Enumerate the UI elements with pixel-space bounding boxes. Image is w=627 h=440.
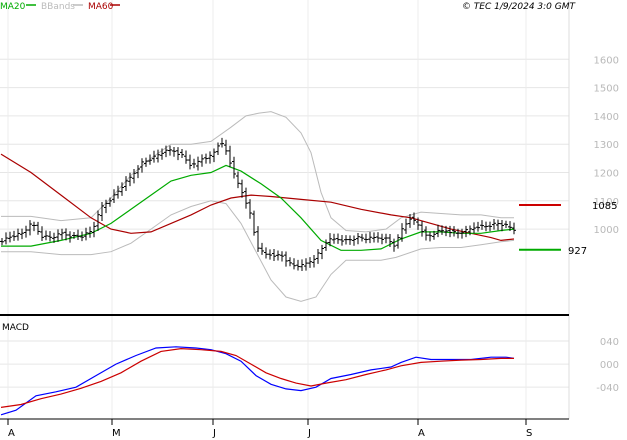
stock-chart: 1600150014001300120011001000 040000-040 …	[0, 0, 627, 440]
macd-grid	[0, 340, 569, 388]
legend-bbands-label: BBands	[41, 2, 75, 12]
macd-panel-label: MACD	[2, 323, 29, 333]
macd-lines	[0, 346, 515, 416]
support-label: 927	[568, 246, 587, 257]
price-tick-label: 1600	[594, 55, 619, 66]
month-labels: AMJJAS	[8, 428, 532, 439]
price-tick-label: 1300	[594, 140, 619, 151]
month-label: A	[418, 428, 425, 439]
macd-tick-label: 040	[600, 337, 619, 348]
macd-signal-line	[0, 347, 514, 408]
month-label: J	[307, 428, 311, 439]
month-label: M	[112, 428, 121, 439]
bollinger-bands	[1, 111, 515, 302]
timestamp-stamp: © TEC 1/9/2024 3:0 GMT	[462, 2, 577, 12]
month-label: S	[526, 428, 532, 439]
macd-axis-labels: 040 000 -040	[596, 337, 619, 394]
price-grid	[0, 58, 569, 230]
macd-tick-label: 000	[600, 360, 619, 371]
macd-line	[0, 346, 515, 416]
ohlc-bars	[0, 137, 516, 271]
month-label: J	[212, 428, 216, 439]
price-tick-label: 1500	[594, 84, 619, 95]
legend-ma60-label: MA60	[88, 2, 114, 12]
resistance-label: 1085	[592, 201, 617, 212]
price-tick-label: 1200	[594, 168, 619, 179]
legend: MA20 BBands MA60	[0, 2, 120, 12]
month-label: A	[8, 428, 15, 439]
price-tick-label: 1000	[594, 225, 619, 236]
macd-tick-label: -040	[596, 383, 619, 394]
legend-ma20-label: MA20	[0, 2, 26, 12]
bollinger-line	[1, 111, 514, 233]
price-tick-label: 1400	[594, 112, 619, 123]
